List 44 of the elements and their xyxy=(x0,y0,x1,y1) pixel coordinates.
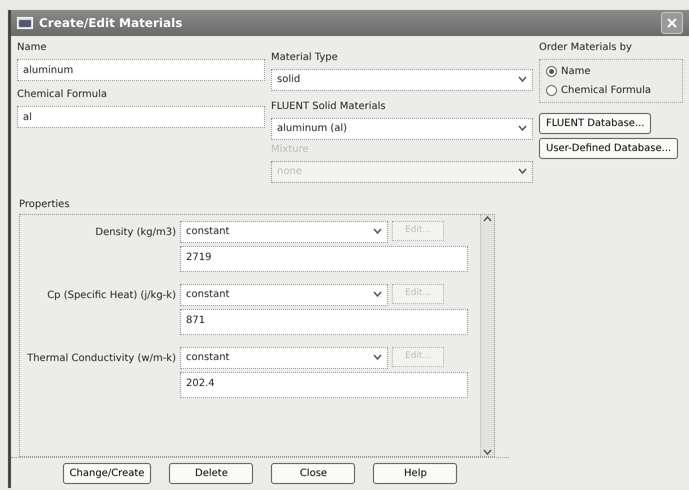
chevron-down-icon xyxy=(518,125,527,132)
dropdown[interactable]: solid xyxy=(271,68,533,91)
field-label: Material Type xyxy=(271,50,339,65)
chevron-down-icon xyxy=(518,168,527,176)
section-label: Properties xyxy=(19,198,71,212)
input-field[interactable]: 202.4 xyxy=(180,372,468,398)
edit-button: Edit... xyxy=(392,284,444,304)
property-label: Thermal Conductivity (w/m-k) xyxy=(26,352,176,366)
radio-label: Chemical Formula xyxy=(561,84,652,98)
input-field[interactable]: 2719 xyxy=(180,246,468,272)
input-field[interactable]: aluminum xyxy=(17,58,265,81)
dialog-button[interactable]: Help xyxy=(373,463,458,484)
edit-button: Edit... xyxy=(392,346,444,367)
dialog-button[interactable]: Delete xyxy=(169,463,254,484)
window-title: Create/Edit Materials xyxy=(39,14,182,32)
field-label: FLUENT Solid Materials xyxy=(271,100,387,114)
chevron-down-icon xyxy=(373,291,382,298)
dialog-button[interactable]: Close xyxy=(271,463,356,484)
dropdown[interactable]: constant xyxy=(180,346,388,369)
radio-label: Name xyxy=(561,64,591,79)
chevron-down-icon xyxy=(483,449,492,456)
dropdown[interactable]: aluminum (al) xyxy=(271,118,533,140)
dropdown[interactable]: constant xyxy=(180,220,388,243)
scrollbar[interactable] xyxy=(480,214,494,456)
chevron-up-icon xyxy=(483,214,492,222)
radio-button[interactable] xyxy=(546,84,557,96)
input-field[interactable]: al xyxy=(17,106,265,128)
field-label: Name xyxy=(17,40,48,55)
chevron-down-icon xyxy=(373,228,382,236)
dropdown[interactable]: constant xyxy=(180,284,388,306)
group-label: Order Materials by xyxy=(539,40,633,55)
database-button[interactable]: User-Defined Database... xyxy=(539,138,678,159)
field-label: Chemical Formula xyxy=(17,88,108,102)
database-button[interactable]: FLUENT Database... xyxy=(539,112,652,134)
edit-button: Edit... xyxy=(392,220,444,241)
property-label: Cp (Specific Heat) (j/kg-k) xyxy=(46,288,176,303)
close-button[interactable] xyxy=(661,12,683,34)
chevron-down-icon xyxy=(518,76,527,84)
property-label: Density (kg/m3) xyxy=(94,226,176,240)
dialog-button[interactable]: Change/Create xyxy=(62,463,152,484)
window-icon xyxy=(17,16,33,29)
radio-button[interactable] xyxy=(546,66,557,77)
chevron-down-icon xyxy=(373,354,382,362)
input-field[interactable]: 871 xyxy=(180,308,468,335)
